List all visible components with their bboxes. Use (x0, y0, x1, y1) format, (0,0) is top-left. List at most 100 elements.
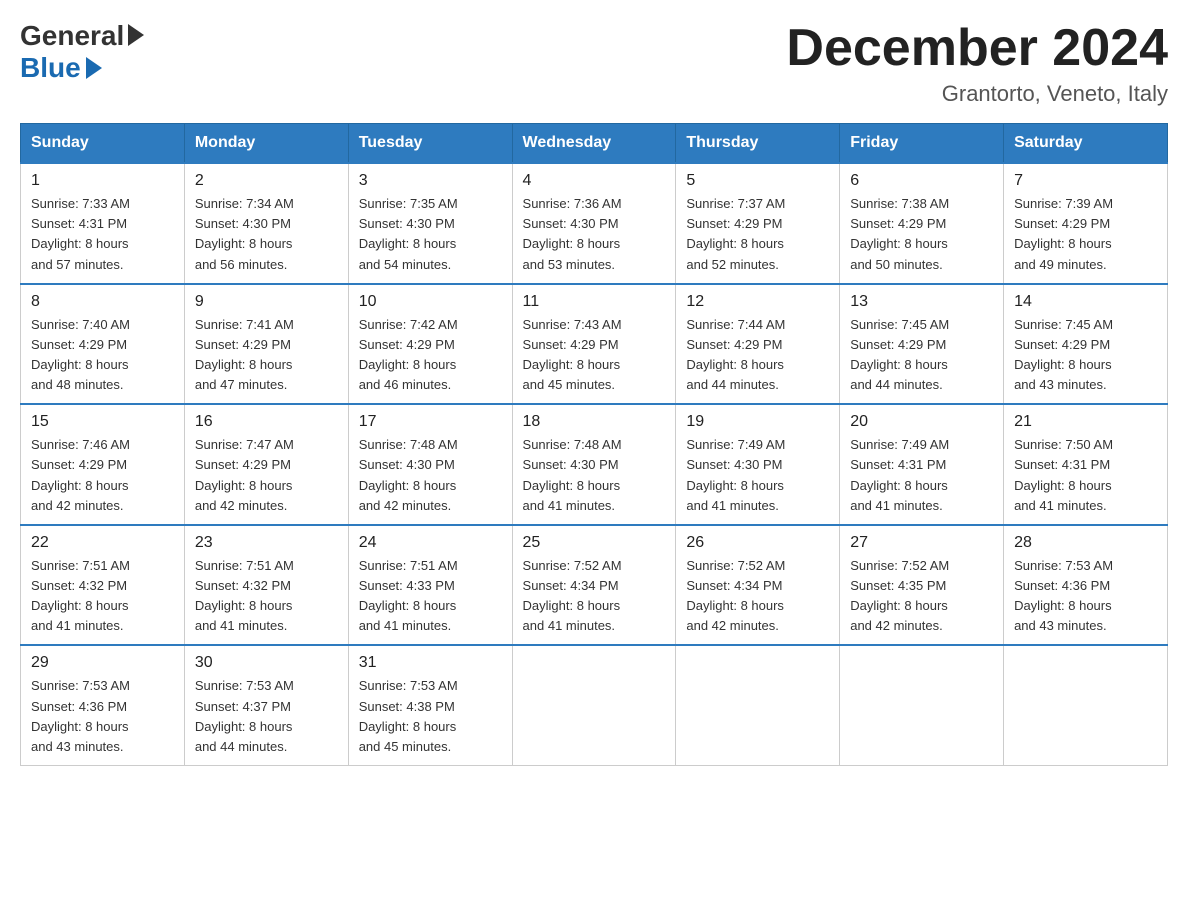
table-row: 22 Sunrise: 7:51 AMSunset: 4:32 PMDayligh… (21, 525, 185, 646)
day-info: Sunrise: 7:48 AMSunset: 4:30 PMDaylight:… (523, 435, 666, 516)
table-row: 31 Sunrise: 7:53 AMSunset: 4:38 PMDayligh… (348, 645, 512, 765)
day-info: Sunrise: 7:51 AMSunset: 4:32 PMDaylight:… (31, 556, 174, 637)
day-number: 2 (195, 172, 338, 190)
day-info: Sunrise: 7:47 AMSunset: 4:29 PMDaylight:… (195, 435, 338, 516)
table-row: 11Sunrise: 7:43 AMSunset: 4:29 PMDayligh… (512, 284, 676, 405)
location-title: Grantorto, Veneto, Italy (786, 81, 1168, 107)
day-info: Sunrise: 7:45 AMSunset: 4:29 PMDaylight:… (1014, 315, 1157, 396)
day-number: 28 (1014, 534, 1157, 552)
table-row: 25Sunrise: 7:52 AMSunset: 4:34 PMDayligh… (512, 525, 676, 646)
day-info: Sunrise: 7:41 AMSunset: 4:29 PMDaylight:… (195, 315, 338, 396)
table-row: 30 Sunrise: 7:53 AMSunset: 4:37 PMDayligh… (184, 645, 348, 765)
table-row: 20 Sunrise: 7:49 AMSunset: 4:31 PMDayligh… (840, 404, 1004, 525)
col-tuesday: Tuesday (348, 124, 512, 164)
calendar-week-row: 8Sunrise: 7:40 AMSunset: 4:29 PMDaylight… (21, 284, 1168, 405)
day-info: Sunrise: 7:49 AMSunset: 4:31 PMDaylight:… (850, 435, 993, 516)
title-area: December 2024 Grantorto, Veneto, Italy (786, 20, 1168, 107)
table-row (676, 645, 840, 765)
day-info: Sunrise: 7:38 AMSunset: 4:29 PMDaylight:… (850, 194, 993, 275)
day-info: Sunrise: 7:51 AMSunset: 4:32 PMDaylight:… (195, 556, 338, 637)
logo: General Blue (20, 20, 144, 84)
day-number: 29 (31, 654, 174, 672)
day-number: 23 (195, 534, 338, 552)
day-number: 16 (195, 413, 338, 431)
table-row (1004, 645, 1168, 765)
day-number: 9 (195, 293, 338, 311)
day-info: Sunrise: 7:35 AMSunset: 4:30 PMDaylight:… (359, 194, 502, 275)
table-row: 7Sunrise: 7:39 AMSunset: 4:29 PMDaylight… (1004, 163, 1168, 284)
day-info: Sunrise: 7:51 AMSunset: 4:33 PMDaylight:… (359, 556, 502, 637)
day-number: 31 (359, 654, 502, 672)
col-saturday: Saturday (1004, 124, 1168, 164)
month-title: December 2024 (786, 20, 1168, 77)
col-friday: Friday (840, 124, 1004, 164)
calendar-week-row: 29Sunrise: 7:53 AMSunset: 4:36 PMDayligh… (21, 645, 1168, 765)
table-row: 24 Sunrise: 7:51 AMSunset: 4:33 PMDayligh… (348, 525, 512, 646)
day-info: Sunrise: 7:39 AMSunset: 4:29 PMDaylight:… (1014, 194, 1157, 275)
logo-blue-text: Blue (20, 52, 102, 84)
day-number: 22 (31, 534, 174, 552)
table-row: 18 Sunrise: 7:48 AMSunset: 4:30 PMDayligh… (512, 404, 676, 525)
day-info: Sunrise: 7:49 AMSunset: 4:30 PMDaylight:… (686, 435, 829, 516)
day-number: 18 (523, 413, 666, 431)
col-wednesday: Wednesday (512, 124, 676, 164)
col-sunday: Sunday (21, 124, 185, 164)
day-number: 24 (359, 534, 502, 552)
table-row: 10Sunrise: 7:42 AMSunset: 4:29 PMDayligh… (348, 284, 512, 405)
table-row (512, 645, 676, 765)
day-info: Sunrise: 7:48 AMSunset: 4:30 PMDaylight:… (359, 435, 502, 516)
table-row: 9 Sunrise: 7:41 AMSunset: 4:29 PMDaylight… (184, 284, 348, 405)
day-info: Sunrise: 7:53 AMSunset: 4:38 PMDaylight:… (359, 676, 502, 757)
day-number: 15 (31, 413, 174, 431)
day-number: 17 (359, 413, 502, 431)
table-row: 14 Sunrise: 7:45 AMSunset: 4:29 PMDayligh… (1004, 284, 1168, 405)
day-number: 30 (195, 654, 338, 672)
day-number: 20 (850, 413, 993, 431)
table-row: 26 Sunrise: 7:52 AMSunset: 4:34 PMDayligh… (676, 525, 840, 646)
calendar-week-row: 1 Sunrise: 7:33 AMSunset: 4:31 PMDaylight… (21, 163, 1168, 284)
table-row (840, 645, 1004, 765)
day-info: Sunrise: 7:52 AMSunset: 4:34 PMDaylight:… (686, 556, 829, 637)
header-row: Sunday Monday Tuesday Wednesday Thursday… (21, 124, 1168, 164)
day-info: Sunrise: 7:45 AMSunset: 4:29 PMDaylight:… (850, 315, 993, 396)
logo-arrow-icon (128, 24, 144, 46)
day-info: Sunrise: 7:37 AMSunset: 4:29 PMDaylight:… (686, 194, 829, 275)
table-row: 21Sunrise: 7:50 AMSunset: 4:31 PMDayligh… (1004, 404, 1168, 525)
day-info: Sunrise: 7:36 AMSunset: 4:30 PMDaylight:… (523, 194, 666, 275)
day-info: Sunrise: 7:52 AMSunset: 4:35 PMDaylight:… (850, 556, 993, 637)
day-info: Sunrise: 7:53 AMSunset: 4:37 PMDaylight:… (195, 676, 338, 757)
logo-blue-arrow-icon (86, 57, 102, 79)
day-info: Sunrise: 7:53 AMSunset: 4:36 PMDaylight:… (1014, 556, 1157, 637)
day-number: 25 (523, 534, 666, 552)
table-row: 23 Sunrise: 7:51 AMSunset: 4:32 PMDayligh… (184, 525, 348, 646)
day-number: 1 (31, 172, 174, 190)
calendar-week-row: 15Sunrise: 7:46 AMSunset: 4:29 PMDayligh… (21, 404, 1168, 525)
col-thursday: Thursday (676, 124, 840, 164)
calendar-table: Sunday Monday Tuesday Wednesday Thursday… (20, 123, 1168, 766)
day-number: 26 (686, 534, 829, 552)
day-info: Sunrise: 7:33 AMSunset: 4:31 PMDaylight:… (31, 194, 174, 275)
table-row: 1 Sunrise: 7:33 AMSunset: 4:31 PMDaylight… (21, 163, 185, 284)
table-row: 13Sunrise: 7:45 AMSunset: 4:29 PMDayligh… (840, 284, 1004, 405)
table-row: 4 Sunrise: 7:36 AMSunset: 4:30 PMDaylight… (512, 163, 676, 284)
table-row: 12 Sunrise: 7:44 AMSunset: 4:29 PMDayligh… (676, 284, 840, 405)
table-row: 17 Sunrise: 7:48 AMSunset: 4:30 PMDayligh… (348, 404, 512, 525)
day-info: Sunrise: 7:44 AMSunset: 4:29 PMDaylight:… (686, 315, 829, 396)
day-number: 3 (359, 172, 502, 190)
day-number: 12 (686, 293, 829, 311)
table-row: 28 Sunrise: 7:53 AMSunset: 4:36 PMDayligh… (1004, 525, 1168, 646)
table-row: 2Sunrise: 7:34 AMSunset: 4:30 PMDaylight… (184, 163, 348, 284)
day-info: Sunrise: 7:43 AMSunset: 4:29 PMDaylight:… (523, 315, 666, 396)
table-row: 15Sunrise: 7:46 AMSunset: 4:29 PMDayligh… (21, 404, 185, 525)
day-number: 6 (850, 172, 993, 190)
day-number: 19 (686, 413, 829, 431)
page-header: General Blue December 2024 Grantorto, Ve… (20, 20, 1168, 107)
day-number: 4 (523, 172, 666, 190)
table-row: 3 Sunrise: 7:35 AMSunset: 4:30 PMDaylight… (348, 163, 512, 284)
day-number: 21 (1014, 413, 1157, 431)
day-number: 14 (1014, 293, 1157, 311)
calendar-week-row: 22 Sunrise: 7:51 AMSunset: 4:32 PMDayligh… (21, 525, 1168, 646)
table-row: 16 Sunrise: 7:47 AMSunset: 4:29 PMDayligh… (184, 404, 348, 525)
table-row: 19 Sunrise: 7:49 AMSunset: 4:30 PMDayligh… (676, 404, 840, 525)
table-row: 8Sunrise: 7:40 AMSunset: 4:29 PMDaylight… (21, 284, 185, 405)
